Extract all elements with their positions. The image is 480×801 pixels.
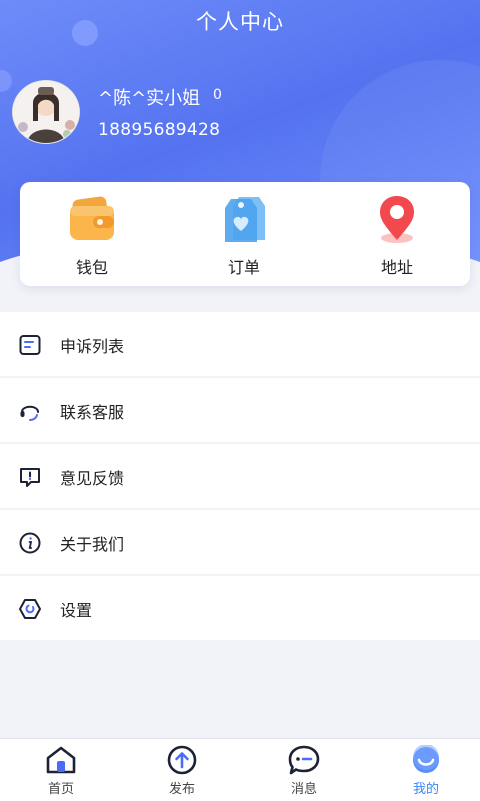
user-count-badge: 0	[213, 87, 222, 103]
info-icon	[19, 532, 41, 554]
phone-number: 18895689428	[98, 120, 221, 140]
quick-action-label: 钱包	[75, 258, 108, 277]
menu-item-customer-service[interactable]: 联系客服	[0, 378, 480, 444]
menu-item-about[interactable]: 关于我们	[0, 510, 480, 576]
headset-icon	[20, 405, 39, 421]
menu-item-label: 意见反馈	[60, 469, 125, 488]
profile-icon	[413, 745, 439, 773]
tab-label: 我的	[412, 782, 439, 797]
quick-actions-card: 钱包 订单 地址	[20, 182, 470, 286]
message-icon	[288, 745, 320, 775]
menu-item-label: 联系客服	[60, 403, 125, 422]
menu-item-feedback[interactable]: 意见反馈	[0, 444, 480, 510]
settings-menu: 申诉列表 联系客服 意见反馈 关于我们 设置	[0, 312, 480, 640]
tab-label: 发布	[168, 782, 195, 797]
decorative-bubble	[0, 70, 12, 92]
feedback-icon	[20, 468, 40, 487]
location-pin-icon	[380, 196, 414, 243]
order-tag-icon	[225, 197, 265, 242]
complaint-list-icon	[19, 335, 41, 355]
quick-action-label: 订单	[227, 258, 260, 277]
tab-label: 消息	[290, 782, 317, 797]
avatar-image	[13, 81, 79, 143]
quick-action-wallet[interactable]: 钱包	[32, 194, 152, 278]
publish-icon	[167, 745, 197, 775]
menu-item-label: 关于我们	[60, 535, 125, 554]
page-title: 个人中心	[196, 10, 284, 34]
menu-item-settings[interactable]: 设置	[0, 576, 480, 640]
quick-action-order[interactable]: 订单	[184, 194, 304, 278]
menu-item-complaints[interactable]: 申诉列表	[0, 312, 480, 378]
menu-item-label: 设置	[60, 601, 93, 620]
quick-action-label: 地址	[380, 258, 413, 277]
tab-label: 首页	[47, 782, 74, 797]
username: ^陈^实小姐	[98, 88, 201, 109]
settings-icon	[19, 599, 41, 619]
tab-messages[interactable]: 消息	[264, 745, 344, 797]
tab-publish[interactable]: 发布	[142, 745, 222, 797]
wallet-icon	[70, 196, 114, 240]
home-icon	[46, 746, 76, 774]
avatar[interactable]	[12, 80, 80, 144]
tab-profile[interactable]: 我的	[386, 745, 466, 797]
bottom-tab-bar: 首页 发布 消息 我的	[0, 738, 480, 801]
tab-home[interactable]: 首页	[21, 745, 101, 797]
menu-item-label: 申诉列表	[60, 337, 125, 356]
quick-action-address[interactable]: 地址	[337, 194, 457, 278]
